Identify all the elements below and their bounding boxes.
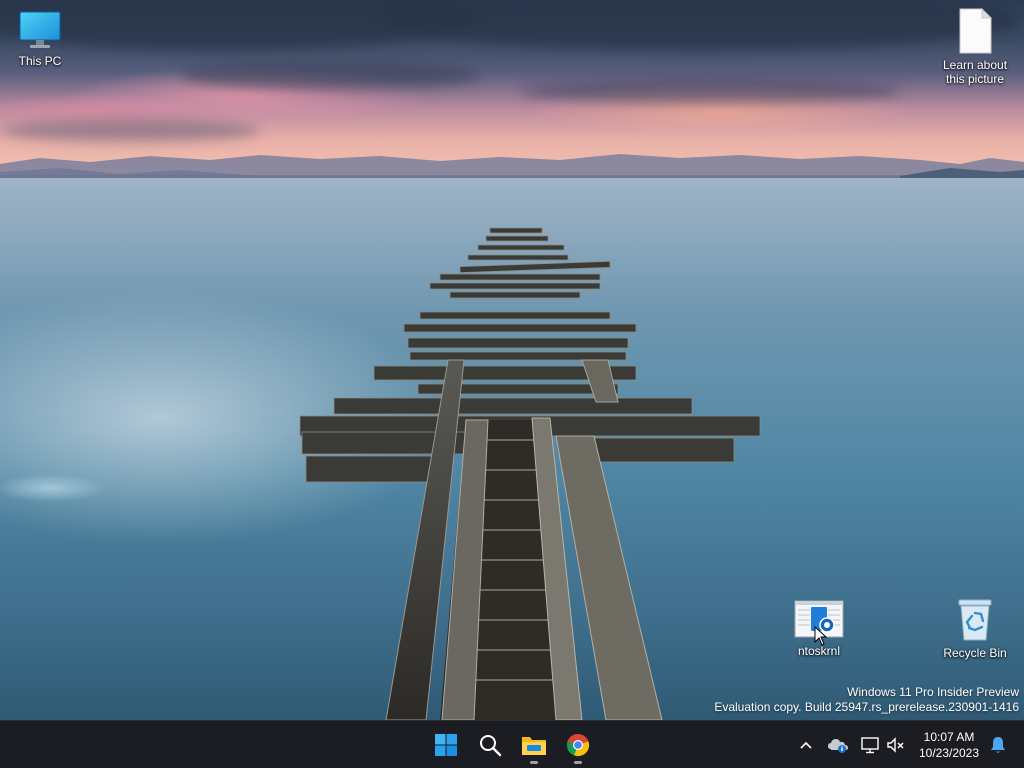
desktop-icon-label: ntoskrnl bbox=[797, 644, 841, 658]
clock-time: 10:07 AM bbox=[923, 730, 975, 744]
taskbar: 10:07 AM 10/23/2023 bbox=[0, 720, 1024, 768]
wallpaper-pier bbox=[299, 227, 761, 720]
start-button[interactable] bbox=[426, 725, 466, 765]
network-icon bbox=[861, 737, 879, 754]
search-button[interactable] bbox=[470, 725, 510, 765]
notifications-button[interactable] bbox=[986, 733, 1010, 757]
desktop-wallpaper bbox=[0, 0, 1024, 720]
folder-icon bbox=[522, 737, 546, 755]
notification-bell-icon bbox=[991, 737, 1005, 753]
running-indicator bbox=[574, 761, 582, 764]
file-explorer-button[interactable] bbox=[514, 725, 554, 765]
desktop-icon-recycle-bin[interactable]: Recycle Bin bbox=[935, 598, 1015, 660]
desktop-icon-this-pc[interactable]: This PC bbox=[0, 10, 80, 68]
windows-logo-icon bbox=[435, 734, 457, 756]
mouse-cursor-icon bbox=[814, 626, 828, 646]
document-icon bbox=[959, 8, 993, 54]
volume-tray-button[interactable] bbox=[884, 733, 908, 757]
desktop-icon-learn-about-this-picture[interactable]: Learn about this picture bbox=[935, 8, 1015, 86]
show-hidden-icons-button[interactable] bbox=[794, 733, 818, 757]
clock-date: 10/23/2023 bbox=[918, 746, 980, 760]
onedrive-tray-button[interactable] bbox=[826, 733, 850, 757]
recycle-bin-icon bbox=[958, 599, 992, 641]
volume-muted-icon bbox=[887, 737, 904, 753]
onedrive-icon bbox=[828, 739, 848, 753]
search-icon bbox=[480, 735, 502, 757]
desktop-icon-label: This PC bbox=[18, 54, 62, 68]
watermark-edition: Windows 11 Pro Insider Preview bbox=[847, 685, 1019, 699]
taskbar-clock[interactable]: 10:07 AM 10/23/2023 bbox=[912, 729, 986, 761]
desktop-icon-label: Recycle Bin bbox=[943, 646, 1007, 660]
desktop-icon-label: Learn about this picture bbox=[942, 58, 1008, 86]
network-tray-button[interactable] bbox=[858, 733, 882, 757]
chevron-up-icon bbox=[800, 741, 812, 749]
chrome-button[interactable] bbox=[558, 725, 598, 765]
monitor-icon bbox=[19, 11, 61, 48]
evaluation-watermark: Windows 11 Pro Insider Preview Evaluatio… bbox=[714, 685, 1019, 715]
running-indicator bbox=[530, 761, 538, 764]
chrome-icon bbox=[566, 733, 590, 757]
watermark-build: Evaluation copy. Build 25947.rs_prerelea… bbox=[714, 700, 1019, 714]
